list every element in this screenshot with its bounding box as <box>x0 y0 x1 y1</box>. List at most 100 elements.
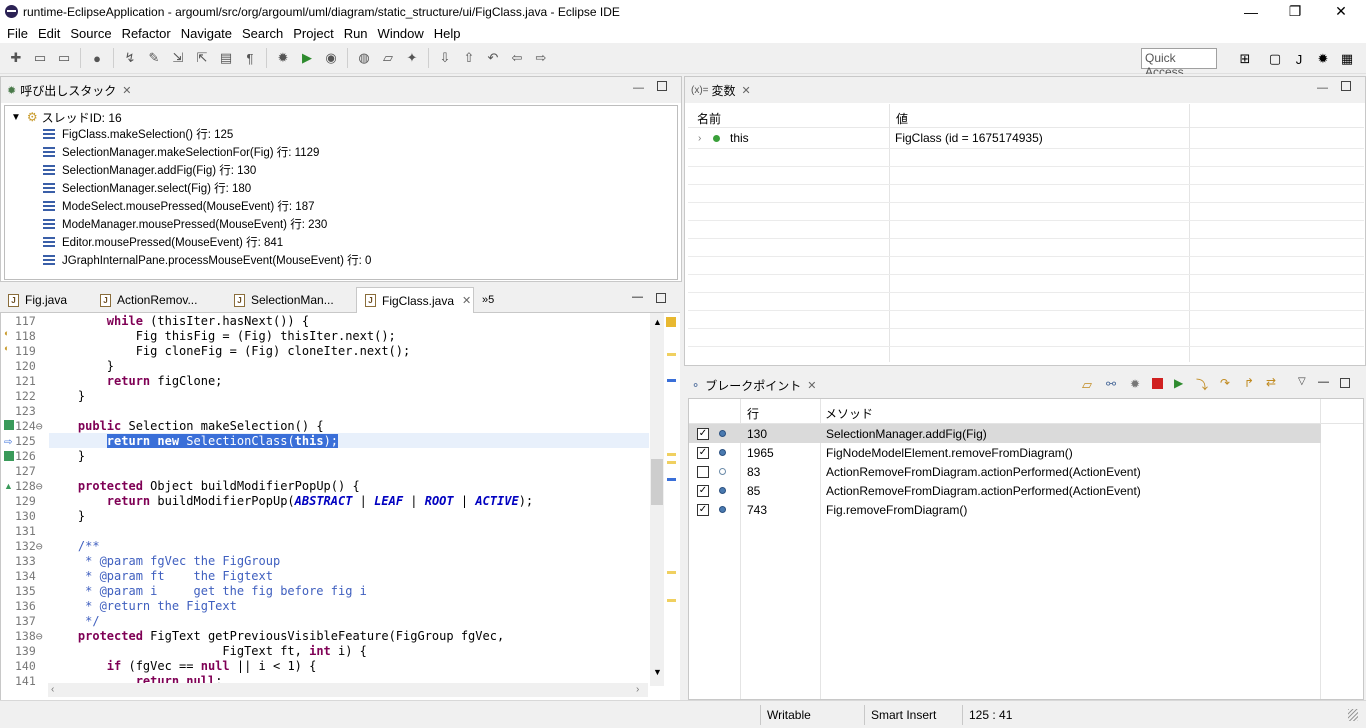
menu-edit[interactable]: Edit <box>33 26 65 41</box>
tab-fig-java[interactable]: J Fig.java <box>0 287 92 313</box>
skip-breakpoints-icon[interactable]: ↯ <box>120 48 140 68</box>
stack-frame[interactable]: SelectionManager.makeSelectionFor(Fig) 行… <box>43 143 319 161</box>
variables-view-title[interactable]: 変数 <box>712 82 736 99</box>
toggle-highlight-icon[interactable]: ✎ <box>144 48 164 68</box>
terminate-icon[interactable] <box>1152 378 1163 389</box>
debug-icon[interactable]: ✹ <box>273 48 293 68</box>
stack-frame[interactable]: Editor.mousePressed(MouseEvent) 行: 841 <box>43 233 283 251</box>
menu-refactor[interactable]: Refactor <box>117 26 176 41</box>
code-line[interactable]: 131 <box>1 524 649 539</box>
run-icon[interactable]: ▶ <box>297 48 317 68</box>
menu-navigate[interactable]: Navigate <box>176 26 237 41</box>
quick-access-field[interactable]: Quick Access <box>1141 48 1217 79</box>
toggle-block-icon[interactable]: ▤ <box>216 48 236 68</box>
tab-selectionmanager[interactable]: J SelectionMan... <box>226 287 356 313</box>
scroll-right-icon[interactable]: › <box>636 684 639 695</box>
save-all-icon[interactable]: ▭ <box>54 48 74 68</box>
minimize-button[interactable]: — <box>1228 0 1274 23</box>
thread-node[interactable]: ▼ ⚙ スレッドID: 16 <box>11 108 122 126</box>
stack-frame[interactable]: ModeSelect.mousePressed(MouseEvent) 行: 1… <box>43 197 314 215</box>
next-edit-icon[interactable]: ⇩ <box>435 48 455 68</box>
code-line[interactable]: 139 FigText ft, int i) { <box>1 644 649 659</box>
maximize-view-icon[interactable] <box>657 81 667 91</box>
code-line[interactable]: 126 } <box>1 449 649 464</box>
breakpoint-row[interactable]: ✓ 743 Fig.removeFromDiagram() <box>689 500 1321 519</box>
maximize-view-icon[interactable] <box>1340 378 1350 388</box>
code-line[interactable]: 140 if (fgVec == null || i < 1) { <box>1 659 649 674</box>
code-line[interactable]: 128⊖ protected Object buildModifierPopUp… <box>1 479 649 494</box>
scroll-down-icon[interactable]: ▼ <box>653 667 662 677</box>
breakpoint-checkbox[interactable]: ✓ <box>697 503 709 516</box>
chevron-right-icon[interactable]: › <box>698 133 701 144</box>
link-icon[interactable]: ⚯ <box>1106 377 1116 391</box>
java-perspective-icon[interactable]: J <box>1288 48 1310 70</box>
show-whitespace-icon[interactable]: ¶ <box>240 48 260 68</box>
menu-run[interactable]: Run <box>339 26 373 41</box>
search-tool-icon[interactable]: ✦ <box>402 48 422 68</box>
menu-window[interactable]: Window <box>373 26 429 41</box>
stack-frame[interactable]: JGraphInternalPane.processMouseEvent(Mou… <box>43 251 371 269</box>
breakpoint-checkbox[interactable] <box>697 465 709 478</box>
code-line[interactable]: 134 * @param ft the Figtext <box>1 569 649 584</box>
minimize-view-icon[interactable]: — <box>1318 376 1329 388</box>
scroll-left-icon[interactable]: ‹ <box>51 684 54 695</box>
code-line[interactable]: 123 <box>1 404 649 419</box>
resume-icon[interactable]: ▶ <box>1174 376 1183 390</box>
breakpoint-row[interactable]: ✓ 130 SelectionManager.addFig(Fig) <box>689 424 1321 443</box>
step-return-icon[interactable]: ↱ <box>1244 376 1254 390</box>
code-line[interactable]: 135 * @param i get the fig before fig i <box>1 584 649 599</box>
minimize-view-icon[interactable]: — <box>632 291 643 303</box>
stack-frame[interactable]: SelectionManager.select(Fig) 行: 180 <box>43 179 251 197</box>
code-line[interactable]: 124⊖ public Selection makeSelection() { <box>1 419 649 434</box>
debug-perspective-icon[interactable]: ✹ <box>1312 48 1334 70</box>
breakpoint-checkbox[interactable]: ✓ <box>697 484 709 497</box>
resource-perspective-icon[interactable]: ▢ <box>1264 48 1286 70</box>
forward-icon[interactable]: ⇨ <box>531 48 551 68</box>
tab-actionremove[interactable]: J ActionRemov... <box>92 287 222 313</box>
editor-horizontal-scrollbar[interactable]: ‹ › <box>48 683 648 697</box>
minimize-view-icon[interactable]: — <box>1317 82 1328 94</box>
column-header-method[interactable]: メソッド <box>825 405 873 422</box>
maximize-view-icon[interactable] <box>1341 81 1351 91</box>
editor-vertical-scrollbar[interactable]: ▲ ▼ <box>650 313 664 686</box>
close-icon[interactable]: ✕ <box>122 84 131 97</box>
close-window-button[interactable]: ✕ <box>1318 0 1364 23</box>
column-header-value[interactable]: 値 <box>896 110 908 127</box>
last-edit-icon[interactable]: ↶ <box>483 48 503 68</box>
maximize-button[interactable]: ❐ <box>1272 0 1318 23</box>
step-over-icon[interactable]: ↷ <box>1220 376 1230 390</box>
scroll-up-icon[interactable]: ▲ <box>653 317 662 327</box>
tab-figclass-java[interactable]: J FigClass.java ✕ <box>356 287 474 313</box>
minimize-view-icon[interactable]: — <box>633 82 644 94</box>
debug-view-title[interactable]: 呼び出しスタック <box>20 82 116 99</box>
breakpoint-row[interactable]: 83 ActionRemoveFromDiagram.actionPerform… <box>689 462 1321 481</box>
breakpoint-checkbox[interactable]: ✓ <box>697 427 709 440</box>
code-line[interactable]: 120 } <box>1 359 649 374</box>
menu-help[interactable]: Help <box>429 26 466 41</box>
open-perspective-icon[interactable]: ⊞ <box>1234 48 1256 70</box>
breakpoint-row[interactable]: ✓ 85 ActionRemoveFromDiagram.actionPerfo… <box>689 481 1321 500</box>
close-icon[interactable]: ✕ <box>807 379 816 392</box>
stack-frame[interactable]: SelectionManager.addFig(Fig) 行: 130 <box>43 161 256 179</box>
close-icon[interactable]: ✕ <box>462 294 471 307</box>
debug-icon[interactable]: ✹ <box>1130 377 1140 391</box>
stack-frame[interactable]: ModeManager.mousePressed(MouseEvent) 行: … <box>43 215 327 233</box>
previous-annotation-icon[interactable]: ⇱ <box>192 48 212 68</box>
code-line[interactable]: 129 return buildModifierPopUp(ABSTRACT |… <box>1 494 649 509</box>
breakpoints-view-title[interactable]: ブレークポイント <box>705 377 801 394</box>
maximize-view-icon[interactable] <box>656 293 666 303</box>
code-line[interactable]: 121 return figClone; <box>1 374 649 389</box>
breakpoint-row[interactable]: ✓ 1965 FigNodeModelElement.removeFromDia… <box>689 443 1321 462</box>
step-into-icon[interactable]: ⤵ <box>1196 376 1208 393</box>
next-annotation-icon[interactable]: ⇲ <box>168 48 188 68</box>
new-icon[interactable]: ✚ <box>6 48 26 68</box>
stack-frame[interactable]: FigClass.makeSelection() 行: 125 <box>43 125 233 143</box>
open-folder-icon[interactable]: ▱ <box>378 48 398 68</box>
column-header-name[interactable]: 名前 <box>697 110 721 127</box>
profile-icon[interactable]: ● <box>87 48 107 68</box>
code-editor[interactable]: 117 while (thisIter.hasNext()) {118 Fig … <box>0 313 680 700</box>
code-line[interactable]: 127 <box>1 464 649 479</box>
previous-edit-icon[interactable]: ⇧ <box>459 48 479 68</box>
scrollbar-thumb[interactable] <box>651 459 663 505</box>
code-line[interactable]: 122 } <box>1 389 649 404</box>
